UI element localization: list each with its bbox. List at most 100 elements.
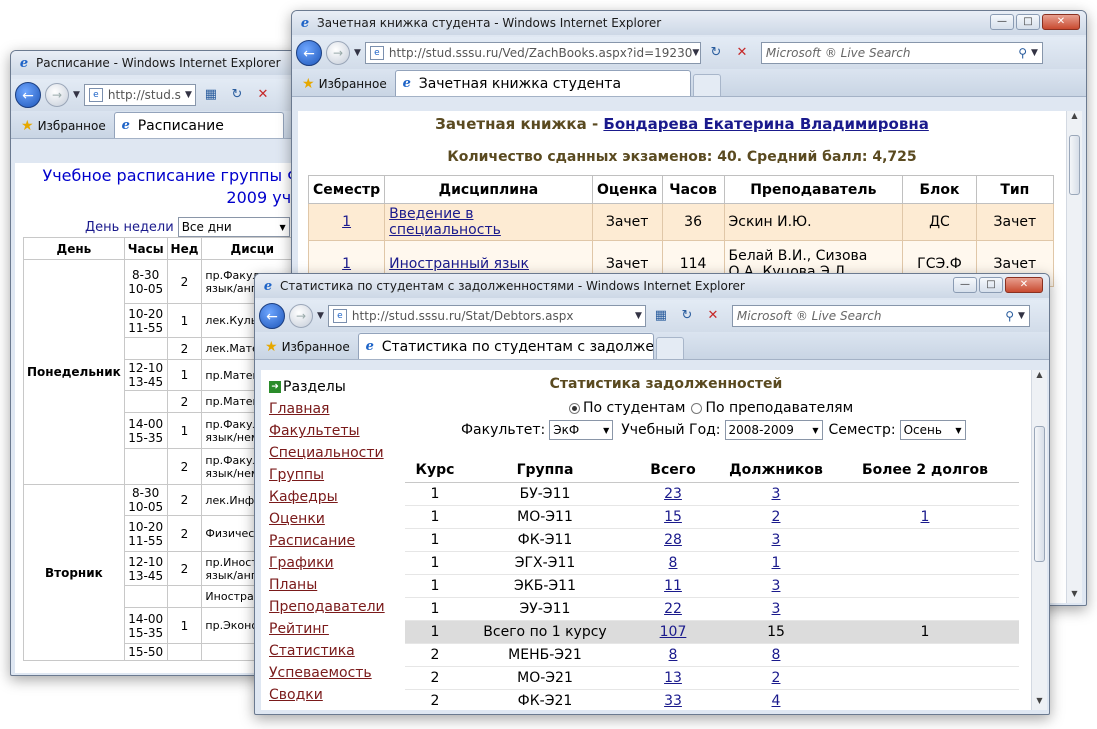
history-dropdown-icon[interactable]: ▼ <box>354 48 361 58</box>
disc-cell[interactable]: Введение в специальность <box>384 203 593 241</box>
search-input[interactable]: Microsoft ® Live Search ⚲ ▼ <box>731 305 1030 327</box>
title-bar[interactable]: e Статистика по студентам с задолженност… <box>255 274 1049 298</box>
search-icon[interactable]: ⚲ <box>1018 46 1027 60</box>
menu-link[interactable]: Статистика <box>269 640 385 662</box>
title-bar[interactable]: e Зачетная книжка студента - Windows Int… <box>292 11 1086 35</box>
more2-cell[interactable]: 1 <box>831 505 1019 529</box>
total-cell[interactable]: 33 <box>625 689 721 710</box>
search-icon[interactable]: ⚲ <box>1005 309 1014 323</box>
scroll-down-icon[interactable]: ▼ <box>1032 696 1047 710</box>
debtors-cell[interactable]: 3 <box>721 574 831 598</box>
back-icon[interactable]: ← <box>259 303 285 329</box>
menu-link[interactable]: Рейтинг <box>269 618 385 640</box>
maximize-button[interactable]: □ <box>979 277 1003 293</box>
more2-cell[interactable] <box>831 551 1019 575</box>
more2-cell[interactable] <box>831 597 1019 621</box>
vertical-scrollbar[interactable]: ▲ ▼ <box>1066 111 1082 603</box>
forward-icon[interactable]: → <box>326 41 350 65</box>
total-cell[interactable]: 13 <box>625 666 721 690</box>
debtors-cell[interactable]: 4 <box>721 689 831 710</box>
close-button[interactable]: ✕ <box>1005 277 1043 293</box>
search-input[interactable]: Microsoft ® Live Search ⚲ ▼ <box>760 42 1043 64</box>
compat-icon[interactable]: ▦ <box>200 84 222 106</box>
student-name-link[interactable]: Бондарева Екатерина Владимировна <box>603 115 928 133</box>
compat-icon[interactable]: ▦ <box>650 305 672 327</box>
favorites-button[interactable]: ★ Избранное <box>15 114 112 138</box>
total-cell[interactable]: 8 <box>625 643 721 667</box>
debtors-cell[interactable]: 3 <box>721 482 831 506</box>
address-bar[interactable]: e http://stud.sssu.ru/Ved/ZachBooks.aspx… <box>364 42 701 64</box>
more2-cell[interactable] <box>831 643 1019 667</box>
address-bar[interactable]: e http://stud.s ▼ <box>83 84 196 106</box>
close-button[interactable]: ✕ <box>1042 14 1080 30</box>
menu-link[interactable]: Расписание <box>269 530 385 552</box>
total-cell[interactable]: 22 <box>625 597 721 621</box>
faculty-select[interactable]: ЭкФ ▼ <box>549 420 614 440</box>
semester-select[interactable]: Осень ▼ <box>899 420 966 440</box>
more2-cell[interactable] <box>831 482 1019 506</box>
tab-schedule[interactable]: e Расписание <box>113 112 284 138</box>
back-icon[interactable]: ← <box>296 40 322 66</box>
menu-link[interactable]: Планы <box>269 574 385 596</box>
tab-debtors[interactable]: e Статистика по студентам с задолжен... <box>357 333 654 359</box>
favorites-button[interactable]: ★ Избранное <box>296 72 393 96</box>
total-cell[interactable]: 107 <box>625 620 721 644</box>
more2-cell[interactable] <box>831 666 1019 690</box>
debtors-cell[interactable]: 1 <box>721 551 831 575</box>
menu-link[interactable]: Преподаватели <box>269 596 385 618</box>
debtors-cell[interactable]: 3 <box>721 528 831 552</box>
menu-link[interactable]: Кафедры <box>269 486 385 508</box>
scroll-down-icon[interactable]: ▼ <box>1067 589 1082 603</box>
debtors-cell[interactable]: 2 <box>721 505 831 529</box>
address-dropdown-icon[interactable]: ▼ <box>185 90 192 100</box>
stop-icon[interactable]: ✕ <box>731 42 753 64</box>
menu-link[interactable]: Сводки <box>269 684 385 706</box>
title-bar[interactable]: e Расписание - Windows Internet Explorer <box>11 51 309 75</box>
total-cell[interactable]: 8 <box>625 551 721 575</box>
scroll-up-icon[interactable]: ▲ <box>1067 111 1082 125</box>
search-dropdown-icon[interactable]: ▼ <box>1031 48 1038 58</box>
menu-link[interactable]: Факультеты <box>269 420 385 442</box>
new-tab-button[interactable] <box>692 74 721 96</box>
back-icon[interactable]: ← <box>15 82 41 108</box>
refresh-icon[interactable]: ↻ <box>705 42 727 64</box>
total-cell[interactable]: 28 <box>625 528 721 552</box>
maximize-button[interactable]: □ <box>1016 14 1040 30</box>
search-dropdown-icon[interactable]: ▼ <box>1018 311 1025 321</box>
scroll-up-icon[interactable]: ▲ <box>1032 370 1047 384</box>
tab-gradebook[interactable]: e Зачетная книжка студента <box>394 70 691 96</box>
more2-cell[interactable] <box>831 574 1019 598</box>
favorites-button[interactable]: ★ Избранное <box>259 335 356 359</box>
minimize-button[interactable]: — <box>990 14 1014 30</box>
new-tab-button[interactable] <box>655 337 684 359</box>
radio-by-students[interactable]: По студентам <box>569 400 685 416</box>
menu-link[interactable]: Графики <box>269 552 385 574</box>
forward-icon[interactable]: → <box>45 83 69 107</box>
scroll-thumb[interactable] <box>1069 135 1080 195</box>
year-select[interactable]: 2008-2009 ▼ <box>724 420 823 440</box>
vertical-scrollbar[interactable]: ▲ ▼ <box>1031 370 1047 710</box>
history-dropdown-icon[interactable]: ▼ <box>73 90 80 100</box>
menu-link[interactable]: Главная <box>269 398 385 420</box>
menu-link[interactable]: Специальности <box>269 442 385 464</box>
forward-icon[interactable]: → <box>289 304 313 328</box>
sem-cell[interactable]: 1 <box>307 203 386 241</box>
stop-icon[interactable]: ✕ <box>252 84 274 106</box>
day-select[interactable]: Все дни ▼ <box>177 217 290 237</box>
address-bar[interactable]: e http://stud.sssu.ru/Stat/Debtors.aspx … <box>327 305 646 327</box>
menu-link[interactable]: Группы <box>269 464 385 486</box>
minimize-button[interactable]: — <box>953 277 977 293</box>
refresh-icon[interactable]: ↻ <box>676 305 698 327</box>
stop-icon[interactable]: ✕ <box>702 305 724 327</box>
total-cell[interactable]: 23 <box>625 482 721 506</box>
address-dropdown-icon[interactable]: ▼ <box>635 311 642 321</box>
refresh-icon[interactable]: ↻ <box>226 84 248 106</box>
menu-link[interactable]: Успеваемость <box>269 662 385 684</box>
debtors-cell[interactable]: 3 <box>721 597 831 621</box>
debtors-cell[interactable]: 8 <box>721 643 831 667</box>
scroll-thumb[interactable] <box>1034 426 1045 562</box>
history-dropdown-icon[interactable]: ▼ <box>317 311 324 321</box>
debtors-cell[interactable]: 2 <box>721 666 831 690</box>
address-dropdown-icon[interactable]: ▼ <box>692 48 699 58</box>
total-cell[interactable]: 15 <box>625 505 721 529</box>
